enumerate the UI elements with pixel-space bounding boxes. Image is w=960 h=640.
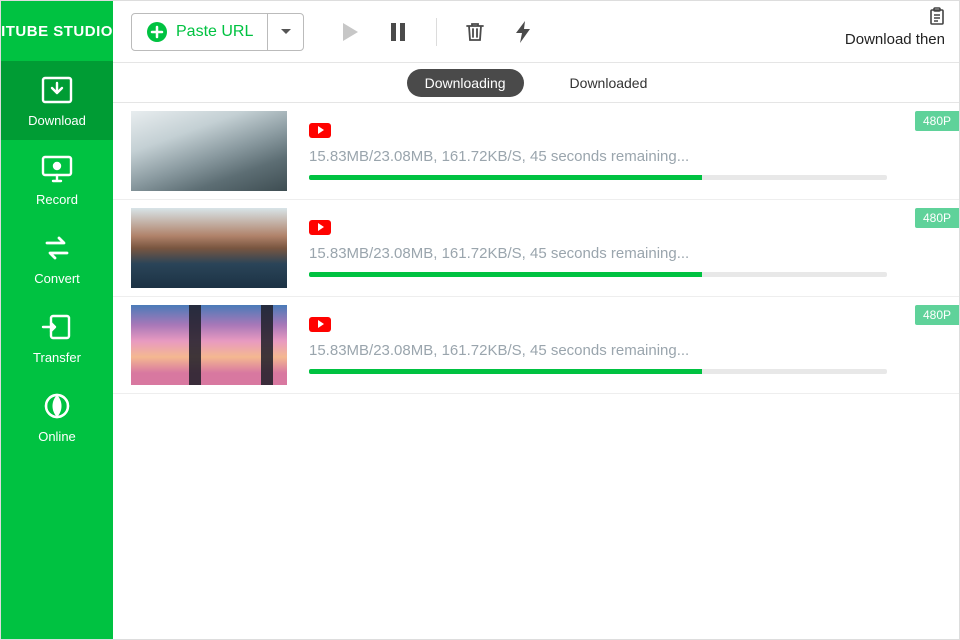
sidebar-item-label: Online [38,429,76,444]
tabs: Downloading Downloaded [113,63,959,103]
paste-url-dropdown[interactable] [267,14,303,50]
youtube-icon [309,220,331,235]
sidebar-item-label: Convert [34,271,80,286]
quality-badge: 480P [915,111,959,131]
tab-downloading[interactable]: Downloading [407,69,524,97]
row-body: 15.83MB/23.08MB, 161.72KB/S, 45 seconds … [309,220,959,277]
sidebar-item-transfer[interactable]: Transfer [1,298,113,377]
download-status: 15.83MB/23.08MB, 161.72KB/S, 45 seconds … [309,245,887,262]
sidebar-item-label: Record [36,192,78,207]
paste-url-button[interactable]: Paste URL [132,14,267,50]
lightning-icon [514,20,532,44]
youtube-icon [309,317,331,332]
download-row: 15.83MB/23.08MB, 161.72KB/S, 45 seconds … [113,103,959,200]
pause-button[interactable] [386,22,410,42]
caret-down-icon [280,28,292,36]
download-status: 15.83MB/23.08MB, 161.72KB/S, 45 seconds … [309,342,887,359]
sidebar-item-online[interactable]: Online [1,377,113,456]
pause-icon [390,22,406,42]
quality-badge: 480P [915,305,959,325]
sidebar-item-label: Transfer [33,350,81,365]
progress-bar [309,272,887,277]
play-icon [341,22,359,42]
paste-url-label: Paste URL [176,23,253,41]
turbo-button[interactable] [511,20,535,44]
sidebar: ITUBE STUDIO Download Record Conver [1,1,113,639]
clipboard-icon[interactable] [929,7,945,25]
youtube-icon [309,123,331,138]
tab-downloaded[interactable]: Downloaded [552,69,666,97]
download-icon [39,75,75,105]
progress-bar [309,369,887,374]
main-panel: Paste URL [113,1,959,639]
toolbar-separator [436,18,437,46]
video-thumbnail[interactable] [131,111,287,191]
app-logo: ITUBE STUDIO [1,1,113,61]
progress-fill [309,175,702,180]
plus-circle-icon [146,21,168,43]
video-thumbnail[interactable] [131,305,287,385]
paste-url-group: Paste URL [131,13,304,51]
sidebar-item-label: Download [28,113,86,128]
download-then-label: Download then [845,31,945,48]
progress-bar [309,175,887,180]
download-row: 15.83MB/23.08MB, 161.72KB/S, 45 seconds … [113,200,959,297]
online-icon [39,391,75,421]
record-icon [39,154,75,184]
quality-badge: 480P [915,208,959,228]
play-button[interactable] [338,22,362,42]
download-row: 15.83MB/23.08MB, 161.72KB/S, 45 seconds … [113,297,959,394]
download-status: 15.83MB/23.08MB, 161.72KB/S, 45 seconds … [309,148,887,165]
progress-fill [309,369,702,374]
sidebar-item-convert[interactable]: Convert [1,219,113,298]
delete-button[interactable] [463,21,487,43]
toolbar: Paste URL [113,1,959,63]
trash-icon [464,21,486,43]
sidebar-item-record[interactable]: Record [1,140,113,219]
row-body: 15.83MB/23.08MB, 161.72KB/S, 45 seconds … [309,123,959,180]
progress-fill [309,272,702,277]
sidebar-item-download[interactable]: Download [1,61,113,140]
convert-icon [39,233,75,263]
video-thumbnail[interactable] [131,208,287,288]
toolbar-right: Download then [845,7,945,48]
transfer-icon [39,312,75,342]
row-body: 15.83MB/23.08MB, 161.72KB/S, 45 seconds … [309,317,959,374]
download-list: 15.83MB/23.08MB, 161.72KB/S, 45 seconds … [113,103,959,639]
